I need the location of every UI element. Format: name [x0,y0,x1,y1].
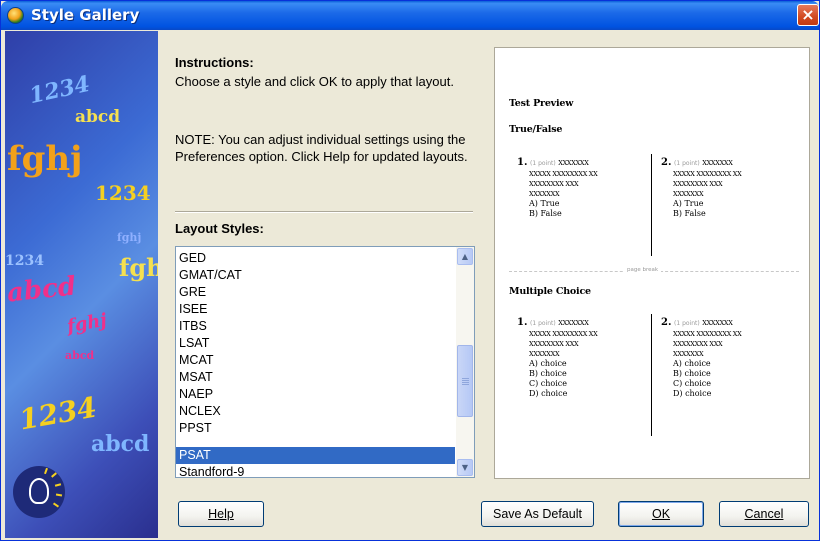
lightbulb-icon [13,466,65,518]
app-icon [7,7,24,24]
list-item[interactable]: ITBS [176,318,455,335]
preview-section-true-false: True/False [509,124,563,135]
list-item[interactable]: NCLEX [176,403,455,420]
preview-section-multiple-choice: Multiple Choice [509,286,591,297]
banner-glyph: fghj [65,309,109,338]
list-item[interactable]: ISEE [176,301,455,318]
style-gallery-dialog: Style Gallery × 1234 abcd fghj 1234 fghj… [0,0,820,541]
preview-question: 2. (1 point) XXXXXXX XXXXX XXXXXXXX XX X… [661,157,742,219]
list-item[interactable]: NAEP [176,386,455,403]
banner-glyph: fghj [117,231,142,244]
layout-styles-label: Layout Styles: [175,221,264,236]
instructions-note: NOTE: You can adjust individual settings… [175,132,468,164]
cancel-button[interactable]: Cancel [719,501,809,527]
list-item-selected[interactable]: PSAT [176,447,455,464]
instructions-heading: Instructions: [175,55,254,70]
close-button[interactable]: × [797,4,819,26]
banner-glyph: abcd [75,107,121,127]
ok-button[interactable]: OK [618,501,704,527]
banner-glyph: abcd [65,349,95,362]
preview-question: 1. (1 point) XXXXXXX XXXXX XXXXXXXX XX X… [517,157,598,219]
window-title: Style Gallery [31,6,140,24]
banner-glyph: 1234 [95,181,151,205]
decorative-banner: 1234 abcd fghj 1234 fghj 1234 abcd fgh f… [5,31,158,538]
banner-glyph: abcd [91,431,150,457]
scroll-thumb[interactable] [457,345,473,417]
list-item[interactable]: GMAT/CAT [176,267,455,284]
chevron-up-icon: ▲ [461,252,469,261]
preview-title: Test Preview [509,98,574,109]
banner-glyph: 1234 [26,70,93,110]
title-bar[interactable]: Style Gallery × [1,1,819,30]
page-break-label: page break [624,267,662,273]
banner-glyph: 1234 [5,253,44,269]
list-item[interactable]: LSAT [176,335,455,352]
banner-glyph: fgh [119,253,158,282]
section-divider [175,211,473,213]
layout-styles-list[interactable]: GED GMAT/CAT GRE ISEE ITBS LSAT MCAT MSA… [175,246,475,478]
list-item[interactable]: Standford-9 [176,464,455,477]
banner-glyph: fghj [7,139,83,179]
page-break-line: page break [509,267,799,279]
save-as-default-button[interactable]: Save As Default [481,501,594,527]
list-item[interactable]: MSAT [176,369,455,386]
preview-question: 1. (1 point) XXXXXXX XXXXX XXXXXXXX XX X… [517,317,598,399]
column-divider [651,154,652,256]
column-divider [651,314,652,436]
scroll-down-button[interactable]: ▼ [457,459,473,476]
list-scrollbar[interactable]: ▲ ▼ [456,247,474,477]
banner-glyph: abcd [5,271,78,309]
list-item[interactable]: MCAT [176,352,455,369]
help-button[interactable]: Help [178,501,264,527]
preview-question: 2. (1 point) XXXXXXX XXXXX XXXXXXXX XX X… [661,317,742,399]
list-item[interactable]: GRE [176,284,455,301]
list-item[interactable]: PPST [176,420,455,437]
chevron-down-icon: ▼ [461,463,469,472]
test-preview-panel: Test Preview True/False 1. (1 point) XXX… [494,47,810,479]
close-icon: × [801,5,815,24]
scroll-up-button[interactable]: ▲ [457,248,473,265]
list-item[interactable]: GED [176,250,455,267]
instructions-text: Choose a style and click OK to apply tha… [175,74,454,89]
banner-glyph: 1234 [16,390,100,437]
